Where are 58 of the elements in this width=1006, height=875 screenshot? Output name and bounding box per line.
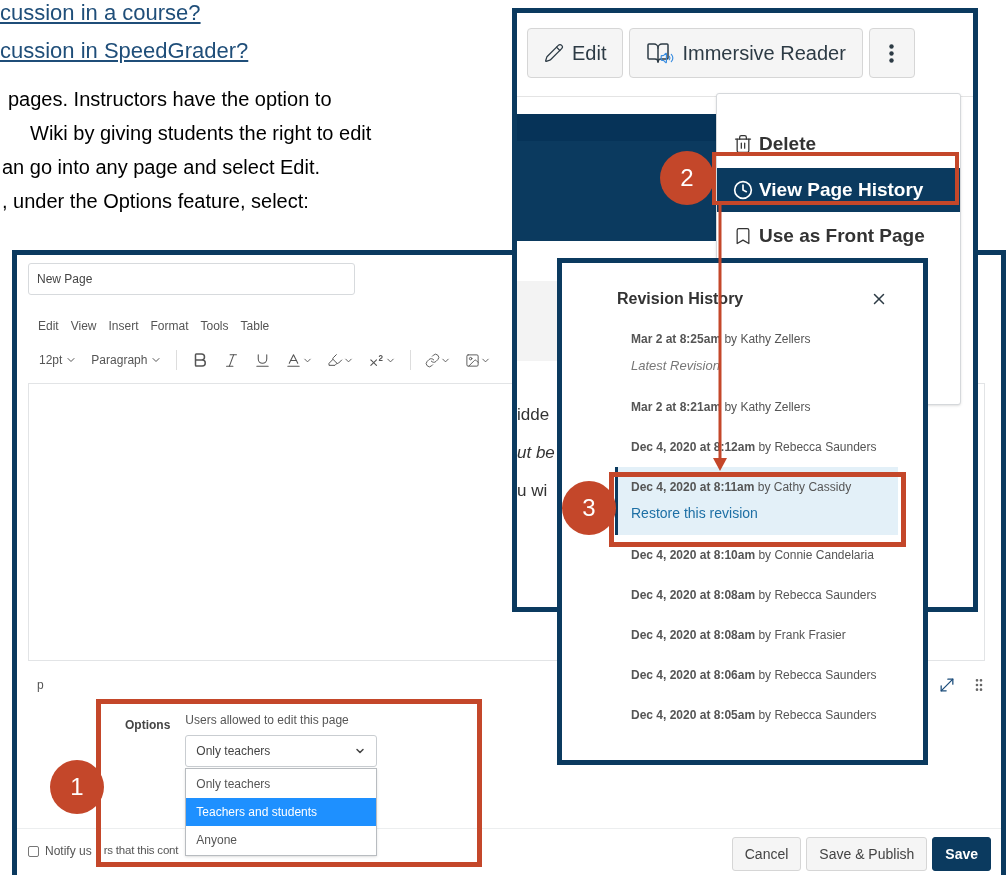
menu-item[interactable]: Use as Front Page (717, 214, 960, 258)
underline-icon[interactable] (254, 351, 272, 369)
edit-button[interactable]: Edit (527, 28, 624, 78)
revision-item[interactable]: Dec 4, 2020 at 8:11am by Cathy Cassidy Restore this revision (615, 466, 898, 535)
body-text-fragment: u wi (517, 480, 548, 502)
body-text-fragment: ut be (517, 442, 555, 464)
revision-entry: Dec 4, 2020 at 8:08am by Rebecca Saunders (631, 586, 878, 604)
revision-entry: Dec 4, 2020 at 8:08am by Frank Frasier (631, 626, 847, 644)
edit-permission-select[interactable]: Only teachers (185, 735, 378, 767)
menu-item[interactable]: Format (150, 317, 189, 335)
more-options-button[interactable] (868, 28, 915, 78)
revision-item[interactable]: Dec 4, 2020 at 8:08am by Frank Frasier (615, 614, 898, 655)
paragraph-line: Wiki by giving students the right to edit (29, 121, 372, 146)
dropdown-option[interactable]: Anyone (186, 826, 377, 854)
save-button[interactable]: Save (932, 837, 991, 871)
link-icon[interactable] (425, 352, 452, 368)
immersive-reader-button[interactable]: Immersive Reader (629, 28, 863, 78)
restore-link[interactable]: Restore this revision (631, 502, 758, 524)
revision-entry: Dec 4, 2020 at 8:10am by Connie Candelaria (631, 546, 875, 564)
revision-item[interactable]: Dec 4, 2020 at 8:06am by Rebecca Saunders (615, 654, 898, 695)
secondary-button[interactable]: Save & Publish (806, 837, 928, 871)
menu-item[interactable]: Insert (108, 317, 139, 335)
field-label: Users allowed to edit this page (185, 712, 350, 729)
notify-label: rs that this cont (103, 843, 179, 859)
options-label: Options (125, 717, 171, 734)
revision-item[interactable]: Dec 4, 2020 at 8:08am by Rebecca Saunders (615, 574, 898, 615)
revision-entry: Dec 4, 2020 at 8:11am by Cathy Cassidy (631, 478, 853, 496)
help-link[interactable]: cussion in SpeedGrader? (0, 32, 249, 70)
menu-item[interactable]: Tools (200, 317, 229, 335)
element-path: p (37, 677, 44, 694)
pencil-icon (544, 43, 564, 63)
book-speaker-icon (646, 41, 675, 65)
notify-checkbox[interactable] (28, 845, 39, 857)
trash-icon (733, 134, 753, 154)
menu-item[interactable]: Delete (717, 122, 960, 166)
text-color-icon[interactable] (285, 351, 314, 369)
revision-item[interactable]: Dec 4, 2020 at 8:10am by Connie Candelaria (615, 534, 898, 575)
font-size-dropdown[interactable]: 12pt (39, 351, 78, 369)
help-link[interactable]: cussion in a course? (0, 0, 201, 32)
paragraph-line: , under the Options feature, select: (1, 189, 309, 214)
clock-icon (733, 180, 753, 200)
secondary-button[interactable]: Cancel (731, 837, 802, 871)
revision-entry: Dec 4, 2020 at 8:06am by Rebecca Saunders (631, 666, 878, 684)
paragraph-line: pages. Instructors have the option to (7, 87, 332, 112)
menu-item[interactable]: Table (240, 317, 270, 335)
notify-label: Notify us (45, 843, 92, 860)
image-icon[interactable] (465, 352, 492, 368)
highlighter-icon[interactable] (327, 352, 355, 368)
title-field[interactable]: New Page (28, 263, 355, 295)
menu-item[interactable]: View (70, 317, 97, 335)
menu-item[interactable]: Edit (38, 317, 59, 335)
body-text-fragment: idde (517, 404, 550, 426)
vertical-dots-icon (889, 43, 895, 63)
block-format-dropdown[interactable]: Paragraph (91, 351, 163, 369)
paragraph-line: an go into any page and select Edit. (1, 155, 320, 180)
dropdown-option[interactable]: Only teachers (186, 770, 377, 798)
revision-entry: Dec 4, 2020 at 8:05am by Rebecca Saunders (631, 706, 878, 724)
revision-item[interactable]: Dec 4, 2020 at 8:05am by Rebecca Saunders (615, 694, 898, 735)
